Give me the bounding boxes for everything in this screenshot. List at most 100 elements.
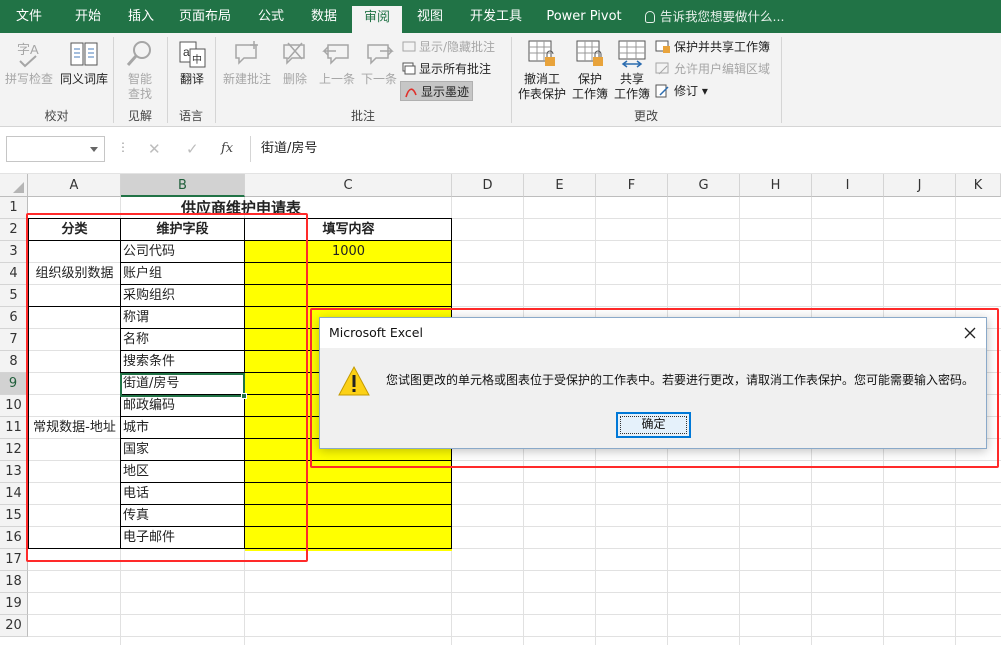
column-header-a[interactable]: A — [28, 174, 121, 197]
row-header-8[interactable]: 8 — [0, 351, 28, 373]
protect-workbook-button[interactable]: 保护 工作簿 — [570, 39, 610, 102]
select-all-button[interactable] — [0, 174, 28, 197]
unprotect-sheet-button[interactable]: 撤消工 作表保护 — [516, 39, 568, 102]
dialog-message: 您试图更改的单元格或图表位于受保护的工作表中。若要进行更改，请取消工作表保护。您… — [386, 373, 975, 387]
thesaurus-button[interactable]: 同义词库 — [58, 39, 110, 87]
comments-icon — [402, 62, 416, 75]
row-header-18[interactable]: 18 — [0, 571, 28, 593]
formula-input[interactable]: 街道/房号 — [250, 136, 1001, 162]
column-header-f[interactable]: F — [596, 174, 668, 197]
insert-function-icon[interactable]: fx — [221, 141, 233, 156]
row-header-4[interactable]: 4 — [0, 263, 28, 285]
show-ink-button[interactable]: 显示墨迹 — [400, 81, 474, 101]
tab-file[interactable]: 文件 — [4, 0, 54, 33]
row-header-9[interactable]: 9 — [0, 373, 28, 395]
track-changes-button[interactable]: 修订 ▾ — [655, 81, 708, 101]
row-header-10[interactable]: 10 — [0, 395, 28, 417]
previous-comment-button[interactable]: 上一条 — [316, 39, 358, 87]
spelling-button[interactable]: 字A 拼写检查 — [4, 39, 54, 87]
group-separator — [781, 37, 782, 123]
ribbon-review: 字A 拼写检查 同义词库 校对 智能 查找 见解 a中 翻译 语言 新建批注 删除… — [0, 33, 1001, 127]
cancel-icon[interactable]: ✕ — [148, 140, 161, 158]
share-workbook-icon — [618, 40, 646, 68]
comment-toggle-icon — [402, 41, 416, 52]
translate-button[interactable]: a中 翻译 — [172, 39, 212, 87]
svg-text:a: a — [183, 45, 190, 59]
row-header-19[interactable]: 19 — [0, 593, 28, 615]
annotation-box-table — [26, 213, 308, 562]
group-label-language: 语言 — [178, 109, 203, 123]
more-icon: ⋮ — [117, 140, 129, 154]
row-header-17[interactable]: 17 — [0, 549, 28, 571]
share-workbook-button[interactable]: 共享 工作簿 — [612, 39, 652, 102]
warning-icon — [338, 365, 370, 396]
svg-text:字A: 字A — [17, 42, 39, 57]
workbook-lock-icon — [576, 40, 603, 66]
previous-comment-icon — [322, 44, 349, 65]
tab-view[interactable]: 视图 — [408, 0, 452, 33]
row-header-7[interactable]: 7 — [0, 329, 28, 351]
grid-line — [28, 614, 1001, 615]
new-comment-button[interactable]: 新建批注 — [220, 39, 274, 87]
translate-icon: a中 — [179, 41, 206, 68]
tab-home[interactable]: 开始 — [62, 0, 114, 33]
group-label-insights: 见解 — [127, 109, 152, 123]
book-icon — [70, 42, 98, 66]
column-header-e[interactable]: E — [524, 174, 596, 197]
row-header-6[interactable]: 6 — [0, 307, 28, 329]
close-icon[interactable] — [962, 325, 978, 341]
protect-share-icon — [655, 40, 670, 53]
track-changes-icon — [655, 84, 669, 98]
tab-developer[interactable]: 开发工具 — [462, 0, 530, 33]
row-header-12[interactable]: 12 — [0, 439, 28, 461]
next-comment-button[interactable]: 下一条 — [358, 39, 400, 87]
row-header-11[interactable]: 11 — [0, 417, 28, 439]
smart-lookup-button[interactable]: 智能 查找 — [118, 39, 162, 102]
row-header-5[interactable]: 5 — [0, 285, 28, 307]
row-header-13[interactable]: 13 — [0, 461, 28, 483]
ribbon-tab-bar: 文件 开始 插入 页面布局 公式 数据 审阅 视图 开发工具 Power Piv… — [0, 0, 1001, 33]
column-header-k[interactable]: K — [956, 174, 1001, 197]
delete-comment-button[interactable]: 删除 — [276, 39, 314, 87]
row-header-20[interactable]: 20 — [0, 615, 28, 637]
lightbulb-icon — [645, 11, 655, 23]
group-label-proofing: 校对 — [44, 109, 69, 123]
column-header-g[interactable]: G — [668, 174, 740, 197]
enter-icon[interactable]: ✓ — [186, 140, 199, 158]
tab-insert[interactable]: 插入 — [118, 0, 164, 33]
tell-me-box[interactable]: 告诉我您想要做什么... — [645, 0, 784, 33]
ok-button[interactable]: 确定 — [616, 412, 691, 438]
column-header-b[interactable]: B — [121, 174, 245, 197]
tab-data[interactable]: 数据 — [300, 0, 348, 33]
tab-power-pivot[interactable]: Power Pivot — [538, 0, 630, 33]
grid-line — [28, 636, 1001, 637]
row-header-14[interactable]: 14 — [0, 483, 28, 505]
ink-icon — [405, 88, 417, 98]
dialog-title: Microsoft Excel — [320, 318, 986, 348]
magnifier-icon — [126, 41, 151, 66]
grid-line — [28, 570, 1001, 571]
row-header-16[interactable]: 16 — [0, 527, 28, 549]
column-header-d[interactable]: D — [452, 174, 524, 197]
row-header-2[interactable]: 2 — [0, 219, 28, 241]
chevron-down-icon[interactable] — [90, 147, 98, 152]
spelling-icon: 字A — [17, 42, 39, 68]
row-header-3[interactable]: 3 — [0, 241, 28, 263]
row-header-15[interactable]: 15 — [0, 505, 28, 527]
tab-page-layout[interactable]: 页面布局 — [172, 0, 238, 33]
allow-edit-ranges-button[interactable]: 允许用户编辑区域 — [655, 59, 770, 79]
column-header-j[interactable]: J — [884, 174, 956, 197]
tab-review[interactable]: 审阅 — [352, 6, 402, 33]
column-header-h[interactable]: H — [740, 174, 812, 197]
name-box[interactable] — [6, 136, 105, 162]
show-hide-comment-button[interactable]: 显示/隐藏批注 — [402, 37, 495, 57]
row-header-1[interactable]: 1 — [0, 197, 28, 219]
show-all-comments-button[interactable]: 显示所有批注 — [402, 59, 491, 79]
column-header-i[interactable]: I — [812, 174, 884, 197]
protect-share-workbook-button[interactable]: 保护并共享工作簿 — [655, 37, 770, 57]
formula-bar: ⋮ ✕ ✓ fx 街道/房号 — [0, 128, 1001, 174]
dialog-body: 您试图更改的单元格或图表位于受保护的工作表中。若要进行更改，请取消工作表保护。您… — [320, 348, 986, 448]
tab-formulas[interactable]: 公式 — [246, 0, 296, 33]
svg-text:中: 中 — [192, 53, 202, 66]
column-header-c[interactable]: C — [245, 174, 452, 197]
